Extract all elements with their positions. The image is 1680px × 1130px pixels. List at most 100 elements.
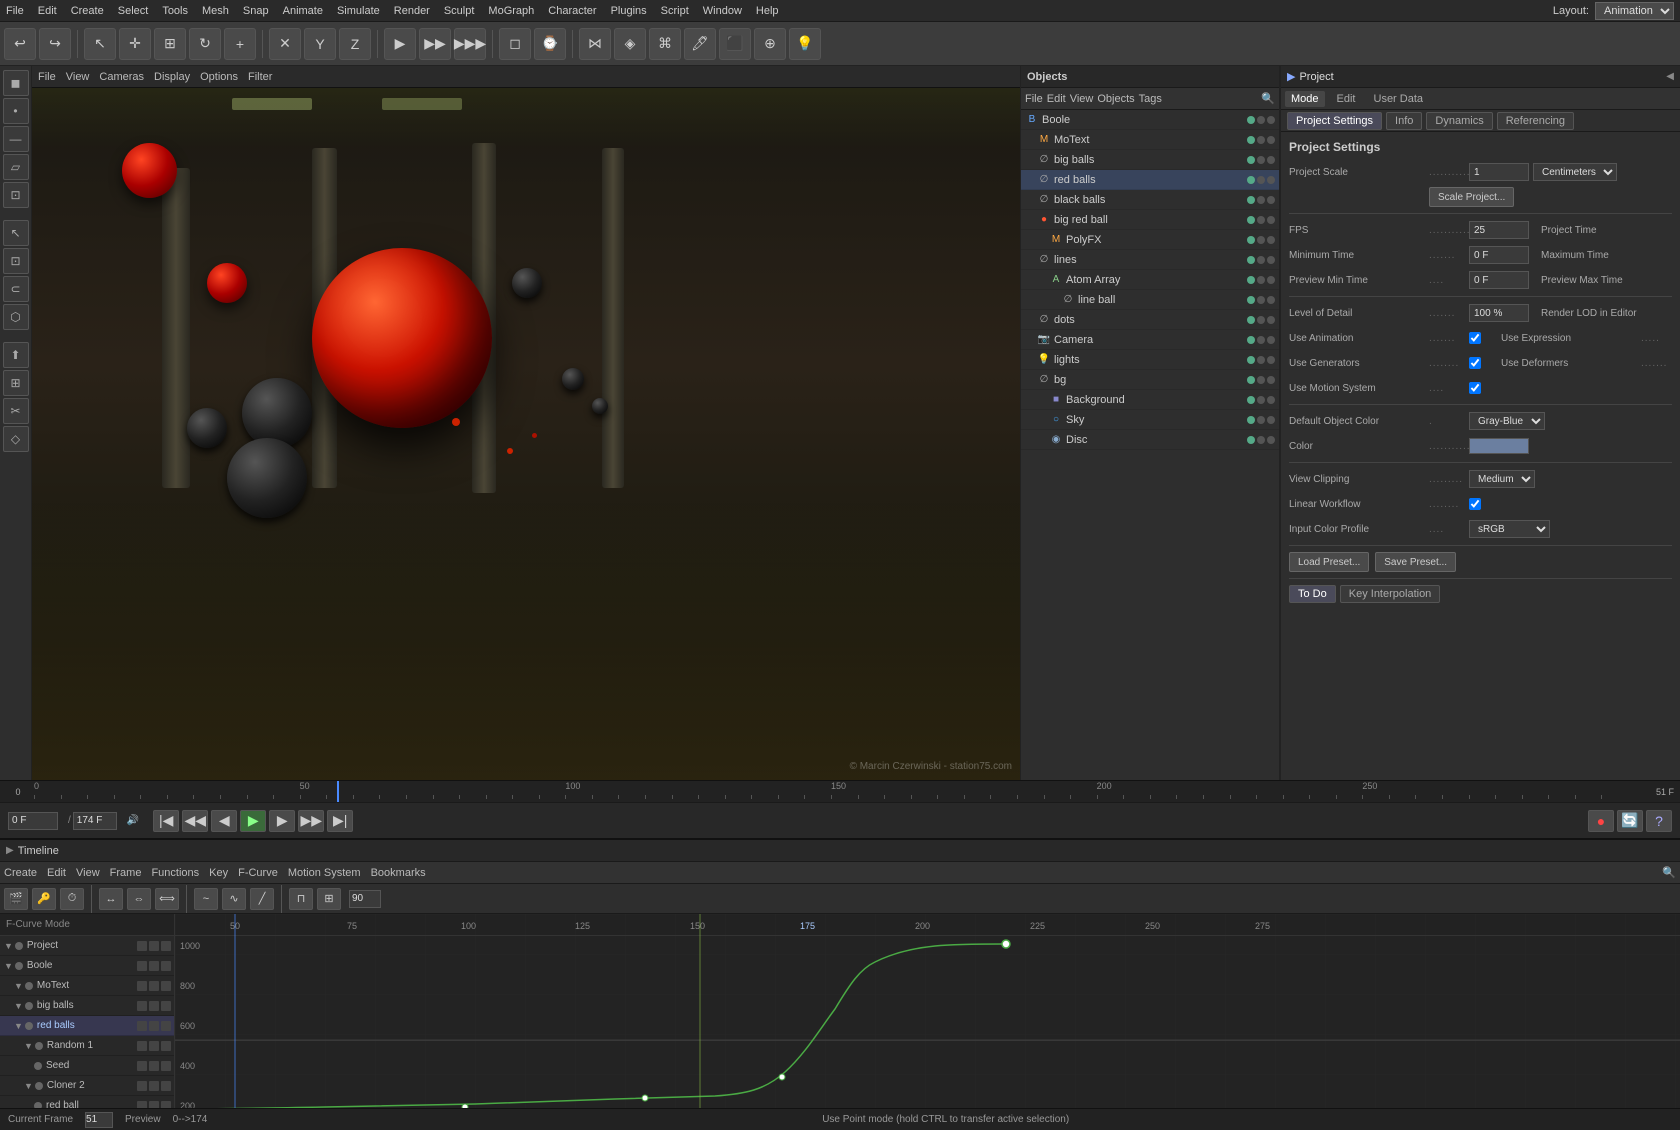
attr-fps-input[interactable] [1469,221,1529,239]
menu-tools[interactable]: Tools [162,5,188,17]
menu-help[interactable]: Help [756,5,779,17]
obj-dot-lights-2[interactable] [1267,356,1275,364]
tl-menu-create[interactable]: Create [4,867,37,879]
obj-menu-objects[interactable]: Objects [1097,93,1134,105]
obj-dot-polyfx-2[interactable] [1267,236,1275,244]
model-mode-btn[interactable]: ◼ [3,70,29,96]
attr-defcolor-dropdown[interactable]: Gray-BlueRedGreen [1469,412,1545,430]
record-btn[interactable]: ● [1588,810,1614,832]
tl-track-lock-1[interactable] [137,961,147,971]
vp-menu-view[interactable]: File [38,71,56,83]
tl-track-lock-6[interactable] [137,1061,147,1071]
go-start-btn[interactable]: |◀ [153,810,179,832]
rect-select-btn[interactable]: ⊡ [3,248,29,274]
tl-track-eye-0[interactable] [149,941,159,951]
tl-track-key-7[interactable] [161,1081,171,1091]
obj-dot-background-2[interactable] [1267,396,1275,404]
tl-menu-bookmarks[interactable]: Bookmarks [371,867,426,879]
obj-menu-edit[interactable]: Edit [1047,93,1066,105]
obj-dot-disc-0[interactable] [1247,436,1255,444]
obj-item-lights[interactable]: 💡lights [1021,350,1279,370]
tl-menu-key[interactable]: Key [209,867,228,879]
brush-btn[interactable]: 🖊 [684,28,716,60]
tl-track-eye-2[interactable] [149,981,159,991]
obj-item-camera[interactable]: 📷Camera [1021,330,1279,350]
obj-dot-polyfx-0[interactable] [1247,236,1255,244]
tl-track-key-2[interactable] [161,981,171,991]
attr-subtab-settings[interactable]: Project Settings [1287,112,1382,130]
attr-viewclipping-dropdown[interactable]: MediumSmallLarge [1469,470,1535,488]
obj-dot-black_balls-2[interactable] [1267,196,1275,204]
obj-dot-black_balls-0[interactable] [1247,196,1255,204]
obj-dot-camera-2[interactable] [1267,336,1275,344]
obj-dot-bg-2[interactable] [1267,376,1275,384]
tl-track-eye-7[interactable] [149,1081,159,1091]
obj-dot-big_balls-1[interactable] [1257,156,1265,164]
tl-track-lock-7[interactable] [137,1081,147,1091]
obj-dot-sky-1[interactable] [1257,416,1265,424]
obj-dot-bg-0[interactable] [1247,376,1255,384]
tl-retime-btn[interactable]: ⟺ [155,888,179,910]
tl-key-btn[interactable]: 🔑 [32,888,56,910]
play-fwd-btn[interactable]: ▶▶ [298,810,324,832]
tl-expand-1[interactable]: ▼ [4,961,13,971]
obj-dot-atom_array-1[interactable] [1257,276,1265,284]
tl-track-key-8[interactable] [161,1101,171,1109]
menu-mograph[interactable]: MoGraph [488,5,534,17]
obj-dot-motext-1[interactable] [1257,136,1265,144]
tl-track-eye-6[interactable] [149,1061,159,1071]
attr-scale-project-btn[interactable]: Scale Project... [1429,187,1514,207]
play-btn[interactable]: ▶ [240,810,266,832]
tl-search-icon[interactable]: 🔍 [1662,866,1676,879]
stereo-btn[interactable]: ⊕ [754,28,786,60]
tl-track-eye-4[interactable] [149,1021,159,1031]
obj-dot-big_balls-0[interactable] [1247,156,1255,164]
point-mode-btn[interactable]: • [3,98,29,124]
tl-track-4[interactable]: ▼red balls [0,1016,174,1036]
soft-ik-btn[interactable]: ⌘ [649,28,681,60]
attr-subtab-info[interactable]: Info [1386,112,1422,130]
obj-dot-big_red_ball-0[interactable] [1247,216,1255,224]
tl-menu-functions[interactable]: Functions [151,867,199,879]
obj-item-lines[interactable]: ∅lines [1021,250,1279,270]
tl-menu-motion[interactable]: Motion System [288,867,361,879]
obj-dot-camera-0[interactable] [1247,336,1255,344]
obj-dot-red_balls-0[interactable] [1247,176,1255,184]
obj-dot-big_balls-2[interactable] [1267,156,1275,164]
tl-scale-btn[interactable]: ⇔ [127,888,151,910]
obj-dot-motext-0[interactable] [1247,136,1255,144]
obj-dot-lines-2[interactable] [1267,256,1275,264]
attr-load-preset-btn[interactable]: Load Preset... [1289,552,1369,572]
obj-dot-line_ball-2[interactable] [1267,296,1275,304]
menu-mesh[interactable]: Mesh [202,5,229,17]
obj-menu-tags[interactable]: Tags [1139,93,1162,105]
obj-item-black_balls[interactable]: ∅black balls [1021,190,1279,210]
attr-usegen-checkbox[interactable] [1469,357,1481,369]
obj-dot-dots-1[interactable] [1257,316,1265,324]
anim-path-btn[interactable]: ⌚ [534,28,566,60]
move-btn[interactable]: ✛ [119,28,151,60]
attr-prevmin-input[interactable] [1469,271,1529,289]
tl-value-input[interactable] [349,890,381,908]
tl-track-7[interactable]: ▼Cloner 2 [0,1076,174,1096]
render-active-btn[interactable]: ▶▶ [419,28,451,60]
obj-dot-atom_array-0[interactable] [1247,276,1255,284]
obj-dot-camera-1[interactable] [1257,336,1265,344]
tl-expand-7[interactable]: ▼ [24,1081,33,1091]
menu-sculpt[interactable]: Sculpt [444,5,475,17]
tl-menu-fcurve[interactable]: F-Curve [238,867,278,879]
menu-script[interactable]: Script [661,5,689,17]
menu-snap[interactable]: Snap [243,5,269,17]
attr-subtab-dynamics[interactable]: Dynamics [1426,112,1492,130]
tl-track-key-0[interactable] [161,941,171,951]
attr-todo-tab[interactable]: To Do [1289,585,1336,603]
attr-keyinterp-tab[interactable]: Key Interpolation [1340,585,1441,603]
undo-btn[interactable]: ↩ [4,28,36,60]
tl-track-8[interactable]: red ball [0,1096,174,1108]
bevel-btn[interactable]: ◇ [3,426,29,452]
obj-dot-disc-2[interactable] [1267,436,1275,444]
obj-dot-polyfx-1[interactable] [1257,236,1265,244]
lasso-select-btn[interactable]: ⊂ [3,276,29,302]
bridge-btn[interactable]: ⊞ [3,370,29,396]
snap-toggle-btn[interactable]: ⋈ [579,28,611,60]
